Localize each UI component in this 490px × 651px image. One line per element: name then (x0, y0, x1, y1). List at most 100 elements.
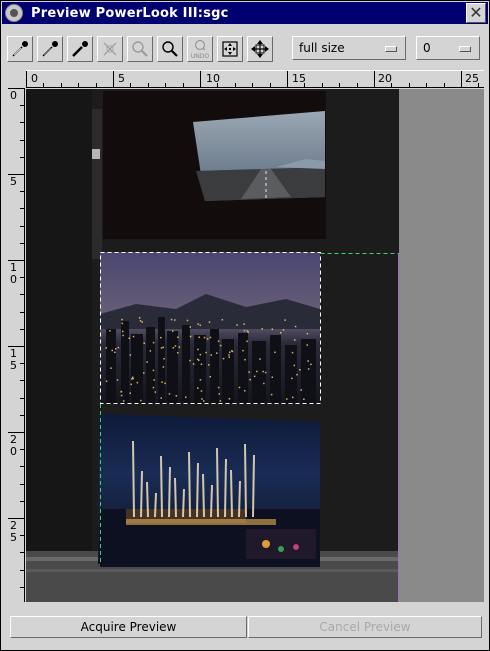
ruler-tick (20, 294, 24, 295)
city-light (121, 322, 124, 325)
city-light (162, 346, 164, 349)
city-light (208, 321, 211, 323)
city-light (177, 352, 179, 354)
zoom-out-disabled-icon (132, 41, 148, 57)
ruler-tick (304, 83, 305, 87)
fountain-jet (230, 469, 233, 518)
ruler-tick (20, 243, 24, 244)
city-light (203, 336, 206, 339)
fit-frame-button[interactable] (217, 36, 243, 62)
city-light (221, 319, 224, 321)
ruler-tick (20, 380, 24, 381)
app-menu-icon[interactable] (5, 4, 23, 22)
ruler-tick (391, 83, 392, 87)
city-light (132, 376, 134, 379)
move-frame-button[interactable] (247, 36, 273, 62)
city-light (196, 358, 199, 361)
zoom-out-button[interactable] (127, 36, 153, 62)
city-light (242, 349, 244, 352)
ruler-tick (8, 346, 24, 347)
ruler-tick (20, 398, 24, 399)
city-light (294, 339, 296, 341)
city-light (163, 358, 165, 360)
fountain-jet (182, 488, 185, 518)
zoom-in-button[interactable] (157, 36, 183, 62)
city-light (132, 335, 135, 338)
eyedropper-gray-button[interactable] (37, 36, 63, 62)
zoom-select[interactable]: full size (292, 36, 406, 60)
city-light (262, 370, 264, 373)
city-light (219, 400, 222, 402)
frame-select[interactable]: 0 (416, 36, 480, 60)
ruler-tick (20, 157, 24, 158)
city-light (162, 366, 165, 368)
horizontal-ruler: 0 5 10 15 20 25 (26, 70, 484, 88)
ruler-tick (20, 208, 24, 209)
city-light (271, 328, 274, 330)
ruler-label: 2 (10, 433, 17, 446)
city-light (229, 351, 231, 353)
city-light (189, 326, 191, 328)
ruler-tick (20, 122, 24, 123)
crop-button[interactable] (97, 36, 123, 62)
city-light (149, 350, 152, 352)
city-light (201, 398, 203, 400)
title-bar[interactable]: Preview PowerLook III:sgc ✕ (2, 2, 488, 24)
city-light (160, 397, 162, 399)
city-light (160, 336, 162, 339)
city-light (174, 345, 177, 347)
eyedropper-black-button[interactable] (67, 36, 93, 62)
fountain-jet (202, 473, 205, 518)
city-light (116, 379, 119, 381)
eyedropper-white-button[interactable] (7, 36, 33, 62)
ruler-tick (61, 83, 62, 87)
city-light (244, 358, 246, 361)
city-light (168, 393, 171, 395)
fountain-jet (196, 462, 199, 518)
city-light (130, 383, 132, 386)
city-light (203, 400, 205, 402)
city-light (310, 363, 312, 366)
ruler-label: 25 (465, 72, 479, 85)
ruler-tick (20, 415, 24, 416)
scan-preview-image (26, 89, 399, 602)
fountain-jet (238, 480, 241, 518)
undo-zoom-icon: UNDO (191, 39, 210, 60)
acquire-preview-button[interactable]: Acquire Preview (10, 616, 247, 638)
city-light (189, 335, 192, 338)
city-light (152, 386, 155, 389)
city-light (294, 325, 297, 328)
city-light (197, 323, 199, 325)
preview-canvas[interactable] (26, 89, 484, 602)
city-light (192, 363, 195, 365)
city-light (115, 348, 117, 350)
ruler-tick (78, 83, 79, 87)
ruler-tick (478, 83, 479, 87)
city-light (282, 329, 285, 331)
city-light (146, 361, 148, 363)
svg-text:UNDO: UNDO (191, 53, 210, 60)
city-light (172, 330, 174, 332)
ruler-tick (183, 83, 184, 87)
zoom-in-icon (162, 41, 178, 57)
undo-zoom-button[interactable]: UNDO (187, 36, 213, 62)
city-light (220, 344, 222, 347)
city-light (217, 340, 220, 342)
city-light (218, 393, 220, 395)
city-light (161, 381, 163, 383)
cancel-preview-button[interactable]: Cancel Preview (248, 616, 482, 638)
ruler-tick (26, 71, 27, 87)
city-light (105, 347, 107, 349)
city-light (175, 395, 178, 397)
city-light (172, 347, 175, 349)
city-light (274, 351, 276, 354)
ruler-label: 5 (10, 359, 17, 372)
city-light (231, 350, 233, 352)
city-light (200, 390, 203, 392)
city-light (121, 318, 123, 321)
ruler-tick (461, 71, 462, 87)
city-light (143, 342, 145, 344)
eyedropper-black-icon (72, 41, 88, 57)
close-button[interactable]: ✕ (466, 3, 486, 23)
dropdown-indicator-icon (385, 46, 397, 52)
